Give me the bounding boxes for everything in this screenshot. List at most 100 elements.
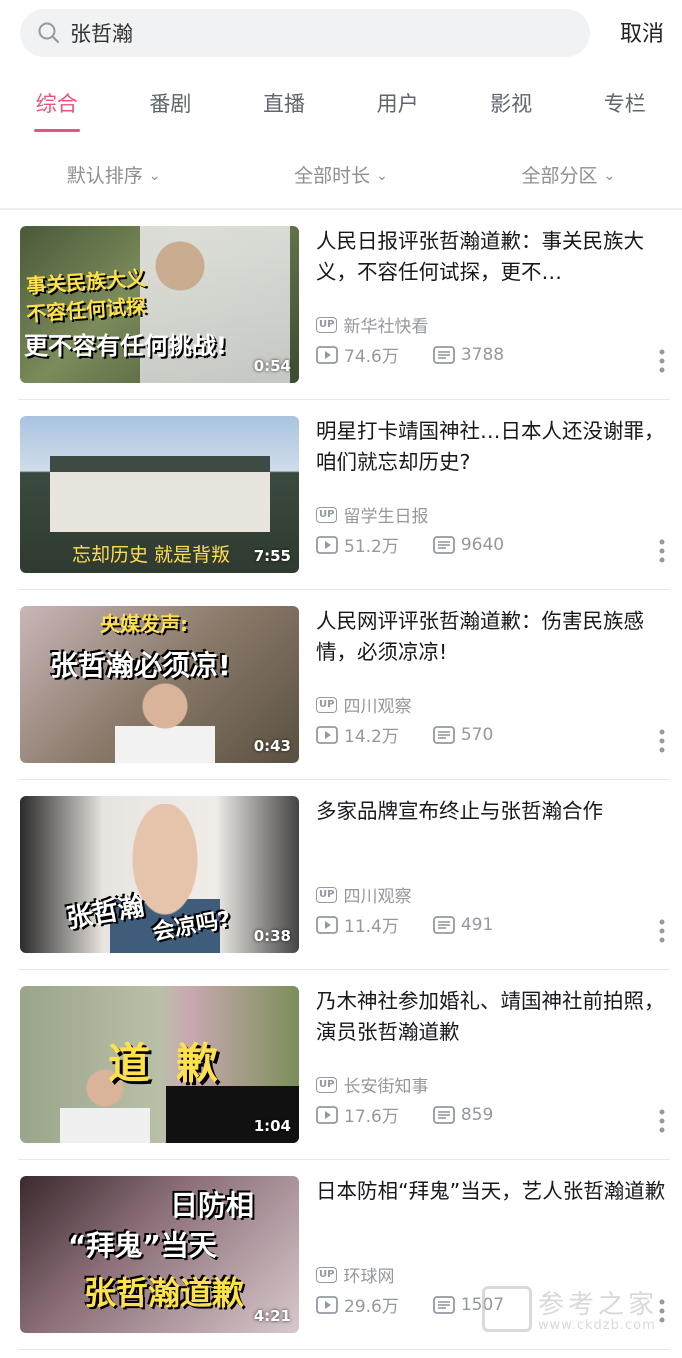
- thumbnail-caption: “拜鬼”当天: [68, 1229, 217, 1262]
- play-count-icon: [316, 345, 338, 364]
- play-count-icon: [316, 1105, 338, 1124]
- video-title[interactable]: 日本防相“拜鬼”当天，艺人张哲瀚道歉: [316, 1176, 670, 1207]
- up-badge-icon: UP: [316, 1076, 338, 1093]
- video-stats: 74.6万 3788: [316, 342, 538, 367]
- chevron-down-icon: ⌄: [376, 168, 388, 184]
- danmaku-count: 570: [460, 724, 494, 745]
- tab-column[interactable]: 专栏: [568, 80, 682, 136]
- sort-filter-label: 默认排序: [66, 165, 143, 187]
- thumbnail-caption: 张哲瀚道歉: [84, 1274, 245, 1312]
- video-thumbnail[interactable]: 张哲瀚 会凉吗? 0:38: [20, 796, 299, 953]
- thumbnail-caption: 忘却历史 就是背叛: [72, 544, 231, 566]
- watermark-url: www.ckdzb.com: [538, 1318, 656, 1333]
- zone-filter-label: 全部分区: [521, 165, 598, 187]
- search-query: 张哲瀚: [70, 22, 133, 46]
- more-icon[interactable]: [658, 918, 666, 944]
- video-duration: 0:43: [253, 737, 291, 755]
- up-badge-icon: UP: [316, 316, 338, 333]
- uploader[interactable]: UP 四川观察: [316, 692, 411, 717]
- tab-comprehensive[interactable]: 综合: [0, 80, 114, 136]
- sort-filter[interactable]: 默认排序 ⌄: [0, 152, 227, 202]
- video-stats: 14.2万 570: [316, 722, 527, 747]
- danmaku-icon: [432, 535, 455, 554]
- up-badge-icon: UP: [316, 886, 338, 903]
- play-count-icon: [316, 725, 338, 744]
- danmaku-count: 859: [460, 1104, 494, 1125]
- uploader[interactable]: UP 长安街知事: [316, 1072, 428, 1097]
- more-icon[interactable]: [658, 538, 666, 564]
- danmaku-icon: [432, 1105, 455, 1124]
- video-duration: 1:04: [253, 1117, 291, 1135]
- thumbnail-caption: 歉: [176, 1039, 219, 1088]
- video-title[interactable]: 乃木神社参加婚礼、靖国神社前拍照，演员张哲瀚道歉: [316, 986, 670, 1048]
- more-icon[interactable]: [658, 728, 666, 754]
- tab-live[interactable]: 直播: [227, 80, 341, 136]
- uploader[interactable]: UP 留学生日报: [316, 502, 428, 527]
- video-thumbnail[interactable]: 道 歉 1:04: [20, 986, 299, 1143]
- video-duration: 7:55: [253, 547, 291, 565]
- video-title[interactable]: 明星打卡靖国神社…日本人还没谢罪，咱们就忘却历史?: [316, 416, 670, 478]
- zone-filter[interactable]: 全部分区 ⌄: [455, 152, 682, 202]
- search-header: 张哲瀚 取消: [0, 0, 682, 70]
- uploader[interactable]: UP 四川观察: [316, 882, 411, 907]
- danmaku-icon: [432, 915, 455, 934]
- search-input[interactable]: 张哲瀚: [20, 9, 590, 57]
- more-icon[interactable]: [658, 1108, 666, 1134]
- view-count: 29.6万: [344, 1297, 399, 1317]
- video-stats: 51.2万 9640: [316, 532, 538, 557]
- filter-bar: 默认排序 ⌄ 全部时长 ⌄ 全部分区 ⌄: [0, 152, 682, 202]
- tab-users[interactable]: 用户: [341, 80, 455, 136]
- site-watermark: 参考之家 www.ckdzb.com: [482, 1284, 672, 1344]
- list-item[interactable]: 忘却历史 就是背叛 7:55 明星打卡靖国神社…日本人还没谢罪，咱们就忘却历史?…: [18, 400, 670, 590]
- category-tabs: 综合 番剧 直播 用户 影视 专栏: [0, 80, 682, 136]
- chevron-down-icon: ⌄: [148, 168, 161, 184]
- cancel-button[interactable]: 取消: [620, 16, 664, 48]
- uploader-name: 留学生日报: [343, 507, 429, 527]
- chevron-down-icon: ⌄: [603, 168, 616, 184]
- video-thumbnail[interactable]: 事关民族大义 不容任何试探 更不容有任何挑战! 0:54: [20, 226, 299, 383]
- video-duration: 0:54: [253, 357, 291, 375]
- watermark-text: 参考之家: [538, 1290, 659, 1320]
- thumbnail-caption: 更不容有任何挑战!: [24, 332, 227, 360]
- uploader[interactable]: UP 环球网: [316, 1262, 394, 1287]
- up-badge-icon: UP: [316, 506, 338, 523]
- uploader-name: 环球网: [343, 1267, 395, 1287]
- danmaku-icon: [432, 345, 455, 364]
- view-count: 14.2万: [344, 727, 399, 747]
- play-count-icon: [316, 535, 338, 554]
- uploader-name: 四川观察: [343, 887, 412, 907]
- video-stats: 11.4万 491: [316, 912, 527, 937]
- up-badge-icon: UP: [316, 696, 338, 713]
- thumbnail-caption: 张哲瀚必须凉!: [50, 649, 231, 682]
- view-count: 51.2万: [344, 537, 399, 557]
- list-item[interactable]: 道 歉 1:04 乃木神社参加婚礼、靖国神社前拍照，演员张哲瀚道歉 UP 长安街知…: [18, 970, 670, 1160]
- list-item[interactable]: 张哲瀚 会凉吗? 0:38 多家品牌宣布终止与张哲瀚合作 UP 四川观察 11.4…: [18, 780, 670, 970]
- more-icon[interactable]: [658, 348, 666, 374]
- danmaku-count: 9640: [460, 534, 505, 555]
- video-title[interactable]: 人民日报评张哲瀚道歉：事关民族大义，不容任何试探，更不…: [316, 226, 670, 288]
- video-title[interactable]: 人民网评评张哲瀚道歉：伤害民族感情，必须凉凉!: [316, 606, 670, 668]
- play-count-icon: [316, 915, 338, 934]
- video-duration: 4:21: [253, 1307, 291, 1325]
- list-item[interactable]: 央媒发声: 张哲瀚必须凉! 0:43 人民网评评张哲瀚道歉：伤害民族感情，必须凉…: [18, 590, 670, 780]
- duration-filter[interactable]: 全部时长 ⌄: [227, 152, 454, 202]
- tab-anime[interactable]: 番剧: [114, 80, 228, 136]
- video-stats: 17.6万 859: [316, 1102, 527, 1127]
- thumbnail-caption: 道: [108, 1039, 151, 1088]
- view-count: 74.6万: [344, 347, 399, 367]
- danmaku-count: 491: [460, 914, 494, 935]
- video-thumbnail[interactable]: 日防相 “拜鬼”当天 张哲瀚道歉 4:21: [20, 1176, 299, 1333]
- play-count-icon: [316, 1295, 338, 1314]
- results-list: 事关民族大义 不容任何试探 更不容有任何挑战! 0:54 人民日报评张哲瀚道歉：…: [0, 210, 682, 1350]
- danmaku-count: 3788: [460, 344, 505, 365]
- view-count: 17.6万: [344, 1107, 399, 1127]
- video-thumbnail[interactable]: 央媒发声: 张哲瀚必须凉! 0:43: [20, 606, 299, 763]
- view-count: 11.4万: [344, 917, 399, 937]
- tab-film[interactable]: 影视: [454, 80, 568, 136]
- uploader[interactable]: UP 新华社快看: [316, 312, 428, 337]
- video-title[interactable]: 多家品牌宣布终止与张哲瀚合作: [316, 796, 670, 827]
- list-item[interactable]: 事关民族大义 不容任何试探 更不容有任何挑战! 0:54 人民日报评张哲瀚道歉：…: [18, 210, 670, 400]
- uploader-name: 四川观察: [343, 697, 412, 717]
- video-thumbnail[interactable]: 忘却历史 就是背叛 7:55: [20, 416, 299, 573]
- search-icon: [38, 22, 59, 43]
